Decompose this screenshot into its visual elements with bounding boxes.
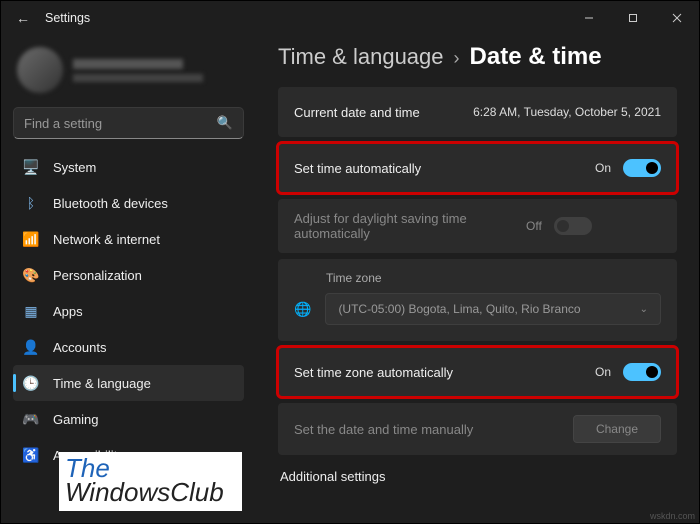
time-zone-dropdown[interactable]: (UTC-05:00) Bogota, Lima, Quito, Rio Bra… xyxy=(325,293,661,325)
search-icon: 🔍 xyxy=(217,115,233,131)
page-title: Date & time xyxy=(470,43,602,71)
search-input[interactable] xyxy=(24,116,217,131)
dst-auto-state: Off xyxy=(526,219,542,233)
nav-icon: 🎨 xyxy=(23,267,39,283)
sidebar-item-network-internet[interactable]: 📶 Network & internet xyxy=(13,221,244,257)
change-button[interactable]: Change xyxy=(573,415,661,443)
set-zone-auto-label: Set time zone automatically xyxy=(294,365,583,380)
sidebar-item-accounts[interactable]: 👤 Accounts xyxy=(13,329,244,365)
window-title: Settings xyxy=(45,11,90,25)
nav-icon: 👤 xyxy=(23,339,39,355)
nav-icon: 📶 xyxy=(23,231,39,247)
additional-settings-title: Additional settings xyxy=(280,469,677,484)
current-datetime-label: Current date and time xyxy=(294,105,461,120)
avatar xyxy=(17,47,63,93)
time-zone-value: (UTC-05:00) Bogota, Lima, Quito, Rio Bra… xyxy=(338,302,580,316)
row-set-time-auto[interactable]: Set time automatically On xyxy=(278,143,677,193)
row-dst-auto: Adjust for daylight saving time automati… xyxy=(278,199,677,253)
close-button[interactable] xyxy=(655,1,699,35)
watermark: The WindowsClub xyxy=(59,452,242,511)
set-zone-auto-toggle[interactable] xyxy=(623,363,661,381)
chevron-right-icon: › xyxy=(454,48,460,69)
row-manual-time: Set the date and time manually Change xyxy=(278,403,677,455)
sidebar-item-time-language[interactable]: 🕒 Time & language xyxy=(13,365,244,401)
sidebar-item-label: Bluetooth & devices xyxy=(53,196,168,211)
main-content: Time & language › Date & time Current da… xyxy=(256,35,699,523)
sidebar-item-label: Accounts xyxy=(53,340,106,355)
sidebar-item-label: Time & language xyxy=(53,376,151,391)
sidebar-item-system[interactable]: 🖥️ System xyxy=(13,149,244,185)
minimize-button[interactable] xyxy=(567,1,611,35)
sidebar-item-label: System xyxy=(53,160,96,175)
set-time-auto-state: On xyxy=(595,161,611,175)
nav-icon: ▦ xyxy=(23,303,39,319)
row-current-datetime: Current date and time 6:28 AM, Tuesday, … xyxy=(278,87,677,137)
sidebar: 🔍 🖥️ System ᛒ Bluetooth & devices 📶 Network &… xyxy=(1,35,256,523)
profile-name xyxy=(73,59,183,69)
sidebar-item-label: Apps xyxy=(53,304,83,319)
source-mark: wskdn.com xyxy=(650,511,695,521)
sidebar-item-label: Gaming xyxy=(53,412,99,427)
profile-email xyxy=(73,74,203,82)
current-datetime-value: 6:28 AM, Tuesday, October 5, 2021 xyxy=(473,105,661,119)
chevron-down-icon: ⌄ xyxy=(640,304,648,315)
sidebar-item-gaming[interactable]: 🎮 Gaming xyxy=(13,401,244,437)
sidebar-item-label: Personalization xyxy=(53,268,142,283)
sidebar-item-label: Network & internet xyxy=(53,232,160,247)
title-bar: ← Settings xyxy=(1,1,699,35)
nav-icon: ♿ xyxy=(23,447,39,463)
maximize-button[interactable] xyxy=(611,1,655,35)
time-zone-label: Time zone xyxy=(294,271,661,285)
set-time-auto-toggle[interactable] xyxy=(623,159,661,177)
nav-icon: 🕒 xyxy=(23,375,39,391)
nav-icon: ᛒ xyxy=(23,195,39,211)
search-box[interactable]: 🔍 xyxy=(13,107,244,139)
dst-auto-toggle xyxy=(554,217,592,235)
profile-block[interactable] xyxy=(13,39,244,107)
sidebar-item-apps[interactable]: ▦ Apps xyxy=(13,293,244,329)
nav-icon: 🖥️ xyxy=(23,159,39,175)
row-set-zone-auto[interactable]: Set time zone automatically On xyxy=(278,347,677,397)
nav-icon: 🎮 xyxy=(23,411,39,427)
dst-auto-label: Adjust for daylight saving time automati… xyxy=(294,211,514,241)
breadcrumb-parent[interactable]: Time & language xyxy=(278,44,444,70)
breadcrumb: Time & language › Date & time xyxy=(278,43,677,71)
manual-time-label: Set the date and time manually xyxy=(294,422,561,437)
sidebar-item-bluetooth-devices[interactable]: ᛒ Bluetooth & devices xyxy=(13,185,244,221)
set-zone-auto-state: On xyxy=(595,365,611,379)
back-button[interactable]: ← xyxy=(11,10,35,26)
row-time-zone: Time zone 🌐 (UTC-05:00) Bogota, Lima, Qu… xyxy=(278,259,677,341)
set-time-auto-label: Set time automatically xyxy=(294,161,583,176)
sidebar-item-personalization[interactable]: 🎨 Personalization xyxy=(13,257,244,293)
globe-icon: 🌐 xyxy=(294,301,311,318)
